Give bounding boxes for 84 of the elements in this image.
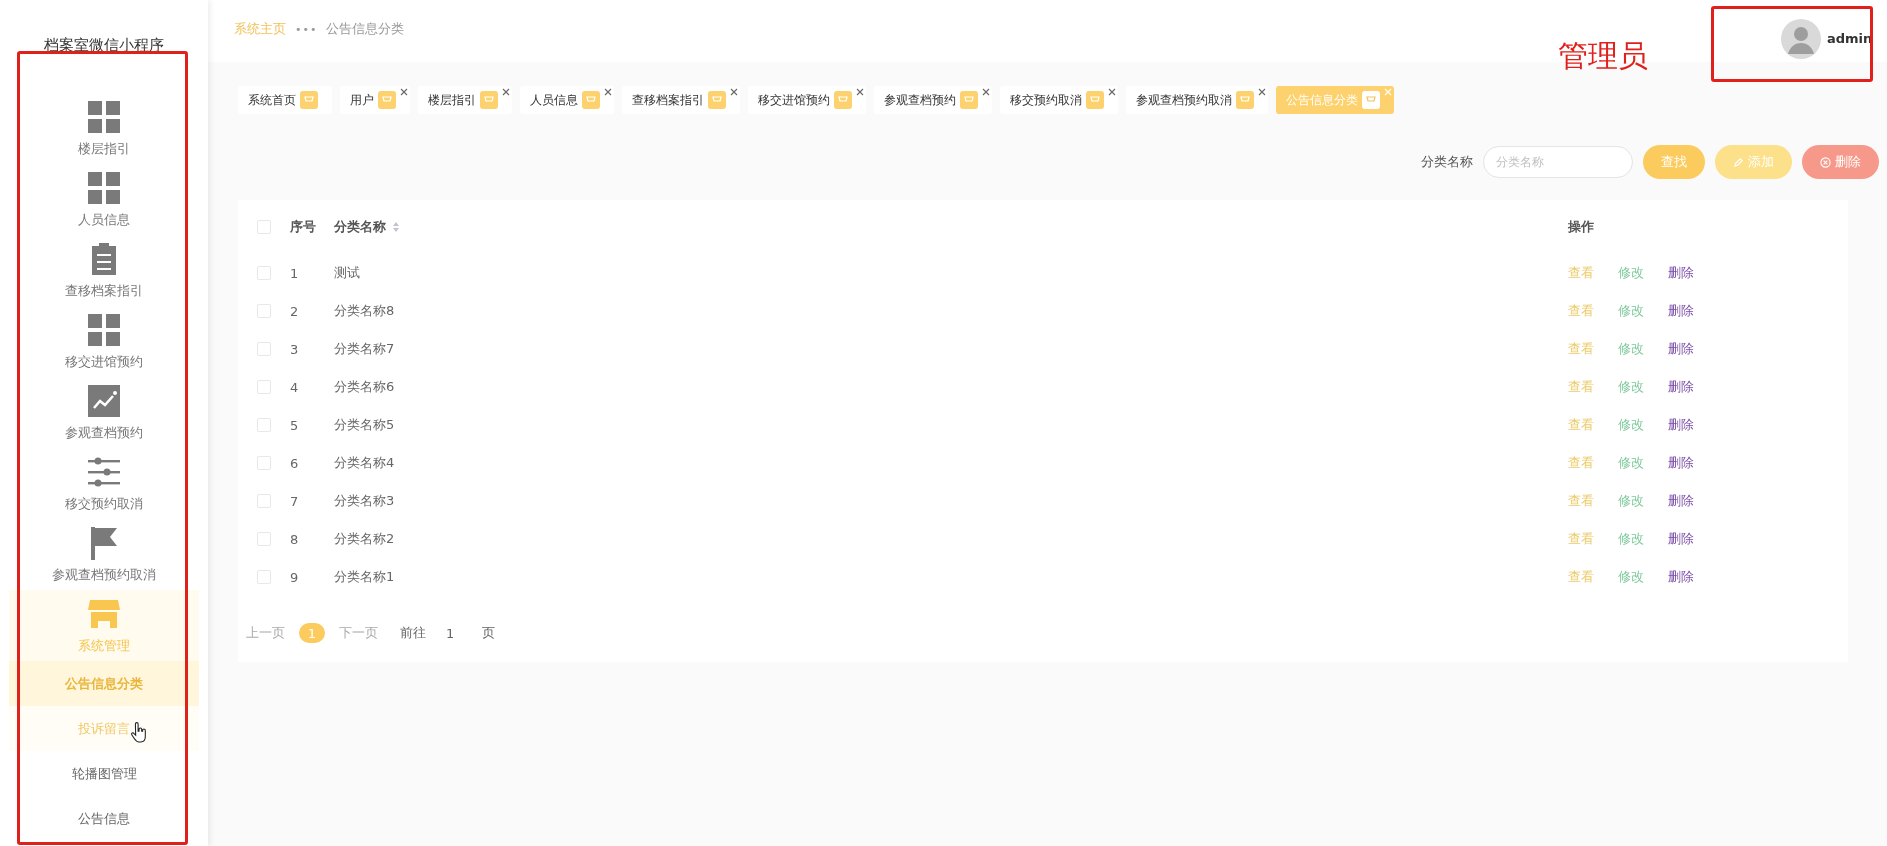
table-cell-text: 分类名称5: [334, 416, 396, 434]
hand-cursor-icon: [130, 722, 148, 744]
table-cell-text: 分类名称4: [334, 454, 396, 472]
tab[interactable]: 系统首页: [238, 86, 332, 114]
tag-icon: [1236, 91, 1254, 109]
table-cell-text: 分类名称3: [334, 492, 396, 510]
page-input[interactable]: 1: [440, 625, 461, 641]
tag-icon: [1086, 91, 1104, 109]
tag-icon: [378, 91, 396, 109]
tag-icon: [300, 91, 318, 109]
annotation-label: 管理员: [1558, 37, 1648, 75]
row-action-link[interactable]: 删除: [1668, 340, 1694, 358]
table-cell-text: 8: [290, 531, 300, 547]
grid-icon: [87, 170, 121, 205]
table-cell-text: 分类名称1: [334, 568, 396, 586]
sidebar-item[interactable]: 移交预约取消: [9, 448, 199, 519]
table-cell-text: 分类名称6: [334, 378, 396, 396]
tag-icon: [1362, 91, 1380, 109]
submenu-item[interactable]: 公告信息: [9, 796, 199, 841]
close-icon[interactable]: [1108, 88, 1116, 96]
column-header[interactable]: 分类名称: [334, 218, 386, 236]
user-name: admin: [1827, 31, 1873, 46]
sidebar-item[interactable]: 查移档案指引: [9, 235, 199, 306]
search-field[interactable]: 分类名称: [1483, 146, 1633, 178]
tab[interactable]: 用户: [340, 86, 410, 114]
sidebar-item[interactable]: 参观查档预约取消: [9, 519, 199, 590]
submenu-item[interactable]: 轮播图管理: [9, 751, 199, 796]
table-cell-text: 测试: [334, 264, 361, 282]
breadcrumb-separator: •••: [295, 22, 318, 36]
tab[interactable]: 参观查档预约取消: [1126, 86, 1268, 114]
table-cell-text: 9: [290, 569, 300, 585]
sidebar-item[interactable]: 楼层指引: [9, 93, 199, 164]
avatar-icon: [1781, 19, 1821, 59]
row-action-link[interactable]: 删除: [1668, 492, 1694, 510]
row-action-link[interactable]: 删除: [1668, 454, 1694, 472]
tab[interactable]: 移交进馆预约: [748, 86, 866, 114]
close-icon[interactable]: [604, 88, 612, 96]
chart-icon: [87, 383, 121, 418]
table-cell-text: 3: [290, 341, 300, 357]
table-cell-text: 分类名称7: [334, 340, 396, 358]
close-icon[interactable]: [856, 88, 864, 96]
tab[interactable]: 人员信息: [520, 86, 614, 114]
row-action-link[interactable]: 删除: [1668, 530, 1694, 548]
table-cell-text: 4: [290, 379, 300, 395]
close-icon[interactable]: [730, 88, 738, 96]
table-cell-text: 5: [290, 417, 300, 433]
close-icon[interactable]: [400, 88, 408, 96]
tab[interactable]: 移交预约取消: [1000, 86, 1118, 114]
close-icon[interactable]: [982, 88, 990, 96]
grid-icon: [87, 99, 121, 134]
field-label: 分类名称: [1421, 153, 1473, 171]
table-cell-text: 分类名称8: [334, 302, 396, 320]
table-cell-text: 1: [290, 265, 300, 281]
sidebar-item[interactable]: 人员信息: [9, 164, 199, 235]
table-cell-text: 分类名称2: [334, 530, 396, 548]
row-action-link[interactable]: 删除: [1668, 302, 1694, 320]
tab[interactable]: 查移档案指引: [622, 86, 740, 114]
column-header: 序号: [290, 218, 317, 236]
tag-icon: [960, 91, 978, 109]
close-circle-icon: [1820, 156, 1831, 168]
tag-icon: [834, 91, 852, 109]
goto-label: 前往: [400, 624, 426, 642]
page-suffix: 页: [482, 624, 496, 642]
row-action-link[interactable]: 删除: [1668, 378, 1694, 396]
sort-icon[interactable]: [392, 221, 400, 233]
table-cell-text: 2: [290, 303, 300, 319]
close-icon[interactable]: [502, 88, 510, 96]
table-cell-text: 6: [290, 455, 300, 471]
breadcrumb-current: 公告信息分类: [326, 20, 405, 38]
close-icon[interactable]: [1258, 88, 1266, 96]
sidebar-item[interactable]: 参观查档预约: [9, 377, 199, 448]
column-header: 操作: [1568, 218, 1595, 236]
pencil-icon: [1733, 156, 1744, 168]
row-action-link[interactable]: 删除: [1668, 568, 1694, 586]
tag-icon: [582, 91, 600, 109]
row-action-link[interactable]: 删除: [1668, 416, 1694, 434]
grid-icon: [87, 312, 121, 347]
tag-icon: [708, 91, 726, 109]
sidebar-item[interactable]: 移交进馆预约: [9, 306, 199, 377]
row-action-link[interactable]: 删除: [1668, 264, 1694, 282]
tab[interactable]: 楼层指引: [418, 86, 512, 114]
tab[interactable]: 参观查档预约: [874, 86, 992, 114]
table-cell-text: 7: [290, 493, 300, 509]
tag-icon: [480, 91, 498, 109]
